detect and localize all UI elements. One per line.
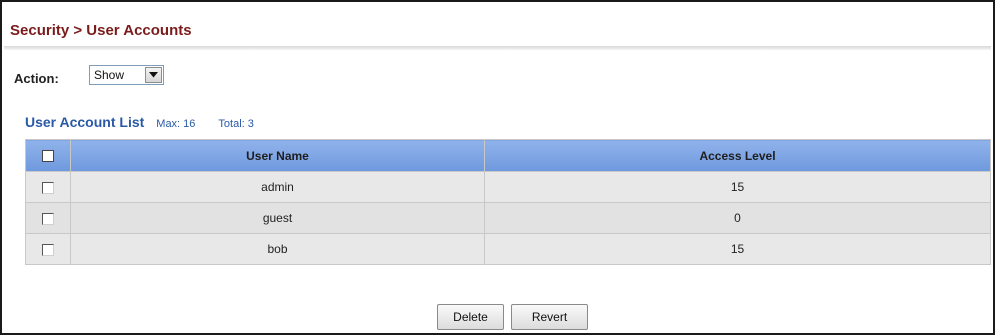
select-all-cell (25, 139, 71, 172)
user-account-table: User Name Access Level admin 15 guest 0 … (25, 139, 991, 265)
select-all-checkbox[interactable] (42, 150, 54, 163)
list-header: User Account List Max: 16 Total: 3 (25, 114, 254, 130)
row-checkbox[interactable] (42, 181, 54, 194)
table-row: guest 0 (25, 202, 991, 234)
page-title: Security > User Accounts (10, 22, 192, 39)
table-row: admin 15 (25, 171, 991, 203)
user-name-cell: guest (70, 202, 485, 234)
delete-button[interactable]: Delete (437, 304, 504, 330)
content-frame: Security > User Accounts Action: Show Us… (0, 0, 995, 335)
chevron-down-icon[interactable] (145, 67, 162, 83)
max-count: Max: 16 (156, 118, 196, 130)
title-divider (4, 46, 991, 50)
row-checkbox[interactable] (42, 243, 54, 256)
row-checkbox-cell (25, 233, 71, 265)
row-checkbox[interactable] (42, 212, 54, 225)
revert-button[interactable]: Revert (511, 304, 588, 330)
access-level-cell: 15 (484, 233, 991, 265)
action-select-value: Show (94, 68, 125, 82)
access-level-cell: 0 (484, 202, 991, 234)
list-title: User Account List (25, 114, 145, 130)
table-row: bob 15 (25, 233, 991, 265)
user-name-cell: bob (70, 233, 485, 265)
row-checkbox-cell (25, 202, 71, 234)
user-name-cell: admin (70, 171, 485, 203)
column-header-access-level: Access Level (484, 139, 991, 172)
action-select[interactable]: Show (89, 65, 164, 85)
total-count: Total: 3 (218, 118, 254, 130)
table-header-row: User Name Access Level (25, 139, 991, 172)
action-label: Action: (14, 71, 59, 86)
access-level-cell: 15 (484, 171, 991, 203)
column-header-user-name: User Name (70, 139, 485, 172)
row-checkbox-cell (25, 171, 71, 203)
